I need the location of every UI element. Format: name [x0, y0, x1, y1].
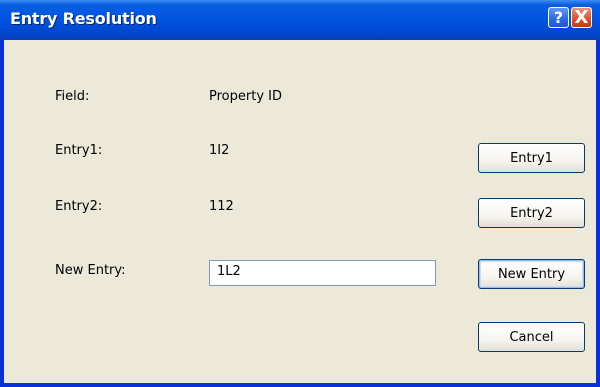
- entry-resolution-dialog: Entry Resolution ? X Field: Property ID …: [0, 0, 600, 387]
- entry1-button[interactable]: Entry1: [478, 143, 585, 173]
- entry1-label: Entry1:: [55, 143, 103, 158]
- new-entry-label: New Entry:: [55, 263, 126, 278]
- entry1-value: 1I2: [209, 143, 230, 158]
- new-entry-input[interactable]: 1L2: [209, 260, 436, 286]
- field-value: Property ID: [209, 89, 282, 104]
- window-title: Entry Resolution: [10, 9, 157, 28]
- close-icon[interactable]: X: [571, 7, 592, 28]
- entry2-button[interactable]: Entry2: [478, 198, 585, 228]
- cancel-button[interactable]: Cancel: [478, 322, 585, 352]
- new-entry-button[interactable]: New Entry: [478, 259, 585, 289]
- entry2-label: Entry2:: [55, 199, 103, 214]
- help-icon[interactable]: ?: [548, 7, 569, 28]
- entry2-value: 112: [209, 199, 234, 214]
- field-label: Field:: [55, 89, 90, 104]
- title-bar[interactable]: Entry Resolution ? X: [0, 0, 600, 40]
